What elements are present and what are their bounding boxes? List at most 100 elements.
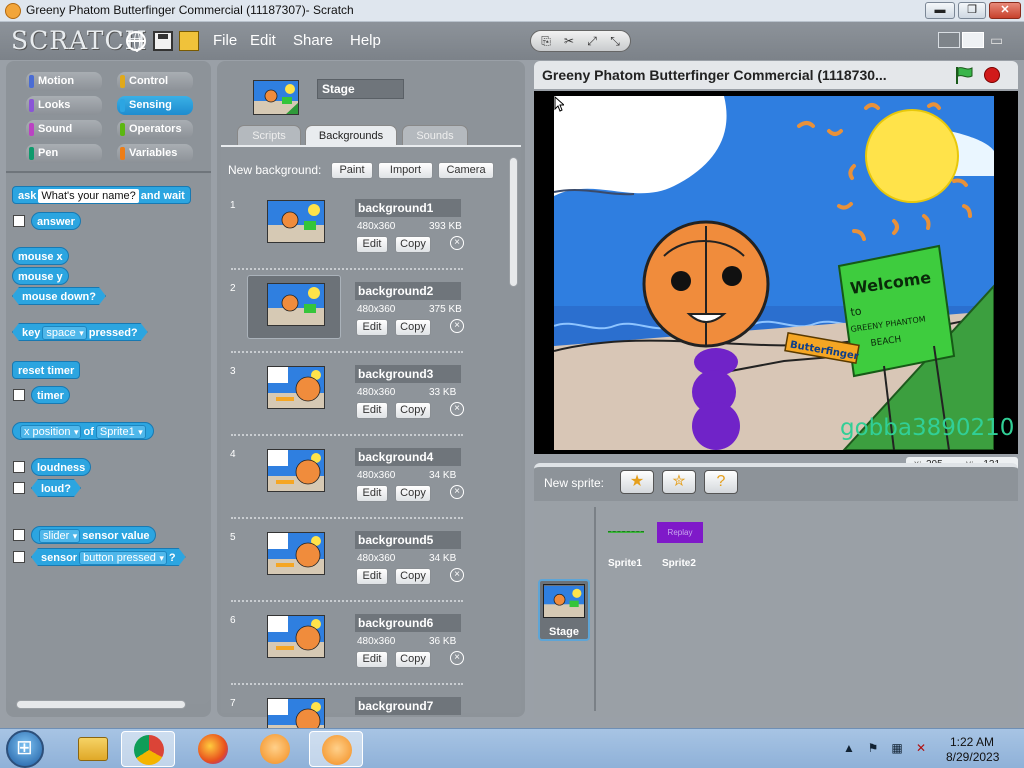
edit-background-button[interactable]: Edit bbox=[356, 236, 388, 253]
key-dropdown[interactable]: space bbox=[42, 326, 86, 340]
background-name-field[interactable]: background4 bbox=[355, 448, 461, 466]
copy-background-button[interactable]: Copy bbox=[395, 485, 431, 502]
category-sound[interactable]: Sound bbox=[26, 120, 102, 139]
explorer-task-icon[interactable] bbox=[66, 731, 120, 767]
stage-canvas[interactable]: Welcome to GREENY PHANTOM BEACH Butterfi… bbox=[534, 91, 1018, 454]
save-disk-icon[interactable] bbox=[153, 31, 173, 51]
category-control[interactable]: Control bbox=[117, 72, 193, 91]
backgrounds-vertical-scrollbar[interactable] bbox=[509, 157, 518, 287]
chrome-task-icon[interactable] bbox=[121, 731, 175, 767]
random-sprite-button[interactable]: ? bbox=[704, 470, 738, 494]
camera-background-button[interactable]: Camera bbox=[438, 162, 494, 179]
show-hidden-icons-icon[interactable]: ▲ bbox=[842, 741, 856, 755]
start-button[interactable] bbox=[6, 730, 44, 768]
menu-share[interactable]: Share bbox=[293, 32, 333, 49]
delete-x-icon[interactable]: × bbox=[450, 568, 464, 582]
background-item[interactable]: 4 background4 480x360 34 KB Edit Copy × bbox=[227, 441, 467, 524]
sensor-dropdown[interactable]: slider bbox=[39, 529, 81, 543]
background-thumbnail[interactable] bbox=[267, 366, 325, 409]
delete-x-icon[interactable]: × bbox=[450, 485, 464, 499]
delete-x-icon[interactable]: × bbox=[450, 402, 464, 416]
background-thumbnail[interactable] bbox=[267, 200, 325, 243]
background-item[interactable]: 2 background2 480x360 375 KB Edit Copy × bbox=[227, 275, 467, 358]
copy-background-button[interactable]: Copy bbox=[395, 236, 431, 253]
import-background-button[interactable]: Import bbox=[378, 162, 433, 179]
edit-background-button[interactable]: Edit bbox=[356, 319, 388, 336]
close-button[interactable]: ✕ bbox=[989, 2, 1021, 19]
mouse-x-block[interactable]: mouse x bbox=[12, 247, 69, 265]
sprite2-thumbnail[interactable]: Replay bbox=[657, 522, 703, 543]
background-thumbnail[interactable] bbox=[267, 615, 325, 658]
language-globe-icon[interactable] bbox=[126, 31, 146, 52]
clock-time[interactable]: 1:22 AM bbox=[950, 735, 994, 749]
background-name-field[interactable]: background6 bbox=[355, 614, 461, 632]
maximize-button[interactable]: ❐ bbox=[958, 2, 986, 19]
menu-help[interactable]: Help bbox=[350, 32, 381, 49]
category-sensing[interactable]: Sensing bbox=[117, 96, 193, 115]
loudness-block[interactable]: loudness bbox=[31, 458, 92, 476]
ask-text-input[interactable]: What's your name? bbox=[38, 189, 139, 203]
tab-sounds[interactable]: Sounds bbox=[402, 125, 468, 145]
duplicate-stamp-icon[interactable]: ⎘ bbox=[538, 34, 554, 48]
delete-x-icon[interactable]: × bbox=[450, 319, 464, 333]
attribute-dropdown[interactable]: x position bbox=[20, 425, 82, 439]
choose-sprite-file-button[interactable]: ✮ bbox=[662, 470, 696, 494]
background-name-field[interactable]: background2 bbox=[355, 282, 461, 300]
background-item[interactable]: 3 background3 480x360 33 KB Edit Copy × bbox=[227, 358, 467, 441]
category-looks[interactable]: Looks bbox=[26, 96, 102, 115]
scratch-active-task-icon[interactable] bbox=[309, 731, 363, 767]
sprite1-thumbnail[interactable] bbox=[608, 531, 644, 533]
clock-date[interactable]: 8/29/2023 bbox=[946, 750, 999, 764]
background-name-field[interactable]: background5 bbox=[355, 531, 461, 549]
answer-checkbox[interactable] bbox=[13, 215, 25, 227]
background-name-field[interactable]: background1 bbox=[355, 199, 461, 217]
category-motion[interactable]: Motion bbox=[26, 72, 102, 91]
edit-background-button[interactable]: Edit bbox=[356, 402, 388, 419]
small-stage-mode-icon[interactable] bbox=[938, 32, 960, 48]
menu-edit[interactable]: Edit bbox=[250, 32, 276, 49]
ask-and-wait-block[interactable]: ask What's your name? and wait bbox=[12, 186, 191, 204]
copy-background-button[interactable]: Copy bbox=[395, 568, 431, 585]
palette-horizontal-scrollbar[interactable] bbox=[16, 700, 186, 709]
edit-background-button[interactable]: Edit bbox=[356, 651, 388, 668]
loud-checkbox[interactable] bbox=[13, 482, 25, 494]
loud-block[interactable]: loud? bbox=[31, 479, 81, 497]
normal-stage-mode-icon[interactable] bbox=[962, 32, 984, 48]
sensor-value-checkbox[interactable] bbox=[13, 529, 25, 541]
category-variables[interactable]: Variables bbox=[117, 144, 193, 163]
minimize-button[interactable]: ▬ bbox=[925, 2, 955, 19]
tab-backgrounds[interactable]: Backgrounds bbox=[305, 125, 397, 145]
edit-background-button[interactable]: Edit bbox=[356, 485, 388, 502]
stage-tile[interactable]: Stage bbox=[538, 579, 590, 641]
green-flag-icon[interactable] bbox=[954, 66, 974, 84]
category-operators[interactable]: Operators bbox=[117, 120, 193, 139]
sensor-pressed-block[interactable]: sensorbutton pressed? bbox=[31, 548, 186, 566]
paint-background-button[interactable]: Paint bbox=[331, 162, 373, 179]
attribute-of-block[interactable]: x positionofSprite1 bbox=[12, 422, 154, 440]
share-upload-icon[interactable] bbox=[179, 31, 199, 51]
firefox-task-icon[interactable] bbox=[186, 731, 240, 767]
paint-new-sprite-button[interactable]: ★ bbox=[620, 470, 654, 494]
sensor-checkbox[interactable] bbox=[13, 551, 25, 563]
delete-scissors-icon[interactable]: ✂ bbox=[561, 34, 577, 48]
stop-sign-icon[interactable] bbox=[984, 67, 1000, 83]
background-thumbnail[interactable] bbox=[267, 449, 325, 492]
reset-timer-block[interactable]: reset timer bbox=[12, 361, 81, 379]
scratch-task-icon[interactable] bbox=[248, 731, 302, 767]
background-item[interactable]: 5 background5 480x360 34 KB Edit Copy × bbox=[227, 524, 467, 607]
object-dropdown[interactable]: Sprite1 bbox=[95, 425, 146, 439]
copy-background-button[interactable]: Copy bbox=[395, 319, 431, 336]
presentation-mode-icon[interactable]: ▭ bbox=[990, 32, 1012, 48]
background-thumbnail[interactable] bbox=[267, 532, 325, 575]
sensor-button-dropdown[interactable]: button pressed bbox=[79, 551, 167, 565]
mouse-down-block[interactable]: mouse down? bbox=[12, 287, 106, 305]
shrink-arrows-icon[interactable]: ⤡ bbox=[607, 34, 623, 48]
key-pressed-block[interactable]: keyspacepressed? bbox=[12, 323, 148, 341]
delete-x-icon[interactable]: × bbox=[450, 651, 464, 665]
mouse-y-block[interactable]: mouse y bbox=[12, 267, 69, 285]
action-center-flag-icon[interactable]: ⚑ bbox=[866, 741, 880, 755]
background-item[interactable]: 6 background6 480x360 36 KB Edit Copy × bbox=[227, 607, 467, 690]
tab-scripts[interactable]: Scripts bbox=[237, 125, 301, 145]
background-name-field[interactable]: background3 bbox=[355, 365, 461, 383]
answer-block[interactable]: answer bbox=[31, 212, 81, 230]
